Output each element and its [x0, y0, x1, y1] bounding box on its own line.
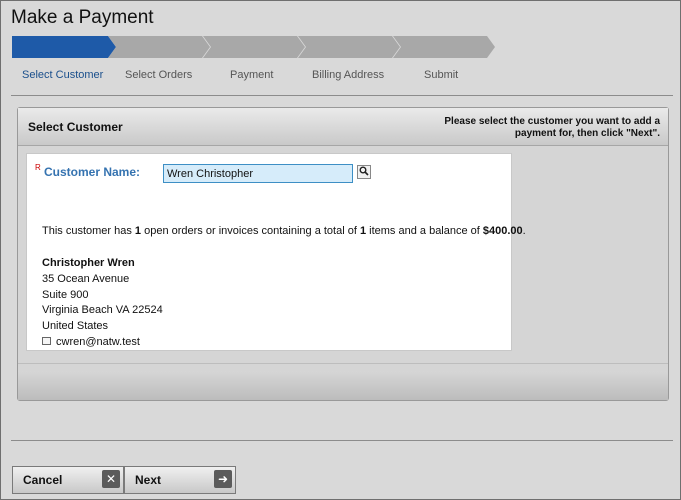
panel-footer-divider [18, 363, 668, 364]
step-label-select-customer: Select Customer [22, 69, 104, 81]
panel-help-text: Please select the customer you want to a… [444, 116, 660, 139]
magnifier-icon[interactable] [357, 165, 371, 179]
cancel-button[interactable]: Cancel ✕ [12, 466, 124, 494]
customer-form: R Customer Name: This customer has 1 ope… [26, 153, 526, 351]
customer-address: Christopher Wren 35 Ocean Avenue Suite 9… [42, 256, 163, 351]
address-line-2: Suite 900 [42, 288, 89, 301]
step-arrow-payment [201, 36, 305, 58]
step-label-submit: Submit [424, 69, 459, 81]
balance-amount: $400.00 [482, 225, 523, 237]
envelope-icon [42, 336, 51, 345]
cancel-button-label: Cancel [23, 473, 63, 487]
panel-header: Select Customer Please select the custom… [18, 108, 668, 146]
step-arrow-select-customer [12, 36, 116, 58]
address-city-line: Virginia Beach VA 22524 [42, 304, 163, 317]
panel-footer [18, 371, 668, 400]
panel-title: Select Customer [28, 120, 123, 134]
step-label-billing-address: Billing Address [312, 69, 385, 81]
step-arrow-select-orders [106, 36, 210, 58]
wizard-steps [12, 36, 502, 58]
customer-email[interactable]: cwren@natw.test [56, 336, 140, 348]
next-button-label: Next [135, 473, 162, 487]
customer-name-input[interactable] [163, 164, 353, 183]
customer-summary: This customer has 1 open orders or invoi… [42, 225, 526, 237]
email-row: cwren@natw.test [42, 335, 163, 351]
customer-full-name: Christopher Wren [42, 257, 135, 269]
step-arrow-billing-address [296, 36, 400, 58]
select-customer-panel: Select Customer Please select the custom… [17, 107, 669, 401]
next-button[interactable]: Next ➜ [124, 466, 236, 494]
divider-top [11, 95, 673, 96]
address-line-1: 35 Ocean Avenue [42, 272, 130, 285]
step-label-payment: Payment [230, 69, 274, 81]
arrow-right-icon: ➜ [214, 470, 232, 488]
required-marker: R [35, 163, 41, 172]
step-arrow-submit [391, 36, 495, 58]
customer-name-label: Customer Name: [44, 165, 141, 179]
page-title: Make a Payment [11, 7, 154, 28]
window-frame: Make a Payment Select Customer Select Or… [0, 0, 681, 500]
address-country: United States [42, 320, 109, 333]
close-icon: ✕ [102, 470, 120, 488]
step-label-select-orders: Select Orders [125, 69, 193, 81]
divider-bottom [11, 440, 673, 441]
